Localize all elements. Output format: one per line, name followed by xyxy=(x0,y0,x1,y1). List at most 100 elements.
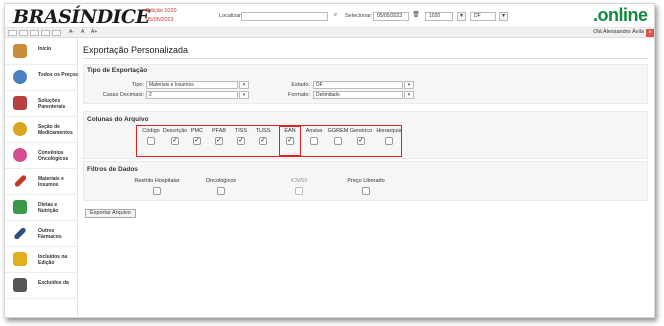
column-checkbox[interactable]: ✓ xyxy=(215,137,223,145)
sidebar-item-todos-os-precos[interactable]: Todos os Preços xyxy=(5,65,78,91)
file-columns-section: Colunas do Arquivo Código Descrição ✓ PM… xyxy=(83,111,648,159)
filter-checkbox[interactable] xyxy=(295,187,303,195)
sidebar-item-label: Convênios Oncológicos xyxy=(38,150,69,162)
trash-icon[interactable]: 🗑 xyxy=(412,12,420,21)
estado-value: DF xyxy=(316,82,323,88)
sidebar-item-label: Dietas e Nutrição xyxy=(38,202,59,214)
chevron-down-icon[interactable]: ▾ xyxy=(239,91,249,99)
sidebar-item-materiais-e-insumos[interactable]: Materiais e Insumos xyxy=(5,169,78,195)
box-minus-icon xyxy=(13,278,27,292)
date-select[interactable]: 05/05/2023 xyxy=(373,12,409,21)
sidebar-item-convenios-oncologicos[interactable]: Convênios Oncológicos xyxy=(5,143,78,169)
column-checkbox[interactable]: ✓ xyxy=(357,137,365,145)
column-checkbox[interactable]: ✓ xyxy=(237,137,245,145)
estado-label: Estado: xyxy=(291,82,310,88)
edition-date: 05/05/2023 xyxy=(146,17,174,23)
sidebar-item-solucoes-parenterais[interactable]: Soluções Parenterais xyxy=(5,91,78,117)
column-label: Genérico xyxy=(349,128,373,134)
edition-label: Edição 1020 xyxy=(146,8,177,14)
tipo-select[interactable]: Materiais e Insumos ▾ xyxy=(146,81,249,89)
estado-select[interactable]: DF ▾ xyxy=(313,81,414,89)
edition-info: Edição 1020 05/05/2023 xyxy=(146,7,177,25)
formato-label: Formato: xyxy=(287,92,310,98)
search-input[interactable] xyxy=(241,12,328,21)
filter-label: Restrito Hospitalar xyxy=(134,178,180,184)
state-dropdown-icon[interactable]: ▾ xyxy=(499,12,508,21)
color-swatch-1[interactable] xyxy=(8,30,17,36)
state-select[interactable]: DF xyxy=(470,12,496,21)
casas-decimais-label: Casas Decimais: xyxy=(102,92,144,98)
section-title: Colunas do Arquivo xyxy=(87,116,149,123)
column-checkbox[interactable] xyxy=(334,137,342,145)
tipo-value: Materiais e Insumos xyxy=(149,82,194,88)
sidebar-item-inicio[interactable]: Início xyxy=(5,39,78,65)
top-bar: BRASÍNDICE Edição 1020 05/05/2023 Locali… xyxy=(5,4,654,28)
sidebar-item-label: Início xyxy=(38,46,52,52)
sidebar-item-label: Seção de Medicamentos xyxy=(38,124,73,136)
tipo-label: Tipo: xyxy=(131,82,144,88)
home-icon xyxy=(13,44,27,58)
column-checkbox[interactable] xyxy=(147,137,155,145)
color-swatch-4[interactable] xyxy=(41,30,50,36)
export-type-section: Tipo de Exportação Tipo: Materiais e Ins… xyxy=(83,64,648,104)
chevron-down-icon[interactable]: ▾ xyxy=(239,81,249,89)
column-label: Hierarquia xyxy=(376,128,402,134)
syringe-icon xyxy=(13,226,27,241)
font-decrease-button[interactable]: A- xyxy=(69,29,74,35)
column-option-hierarquia[interactable]: Hierarquia xyxy=(374,128,404,145)
sidebar-item-excluidos-da-edicao[interactable]: Excluídos da xyxy=(5,273,78,299)
logout-close-icon[interactable]: × xyxy=(646,29,654,37)
toolbar: A- A A+ Olá Alessandro Ávila × xyxy=(5,28,654,38)
main-content: Exportação Personalizada Tipo de Exporta… xyxy=(79,39,654,317)
box-plus-icon xyxy=(13,252,27,266)
column-checkbox[interactable]: ✓ xyxy=(259,137,267,145)
sidebar-item-dietas-e-nutricao[interactable]: Dietas e Nutrição xyxy=(5,195,78,221)
pill-icon xyxy=(13,122,27,136)
font-normal-button[interactable]: A xyxy=(81,29,84,35)
color-swatch-3[interactable] xyxy=(30,30,39,36)
data-filters-section: Filtros de Dados Restrito Hospitalar Onc… xyxy=(83,161,648,201)
page-title: Exportação Personalizada xyxy=(83,45,189,55)
sidebar-item-label: Incluídos na Edição xyxy=(38,254,68,266)
font-increase-button[interactable]: A+ xyxy=(91,29,97,35)
brand-logo[interactable]: BRASÍNDICE xyxy=(13,6,150,28)
filter-option-oncologicos[interactable]: Oncológicos xyxy=(201,178,241,195)
formato-value: Delimitado xyxy=(316,92,340,98)
app-window: BRASÍNDICE Edição 1020 05/05/2023 Locali… xyxy=(4,3,655,318)
sidebar-item-outros-farmacos[interactable]: Outros Fármacos xyxy=(5,221,78,247)
column-checkbox[interactable] xyxy=(310,137,318,145)
search-label: Localizar: xyxy=(219,13,243,19)
chevron-down-icon[interactable]: ▾ xyxy=(404,91,414,99)
brand-online: .online xyxy=(593,5,648,25)
column-checkbox[interactable]: ✓ xyxy=(286,137,294,145)
iv-bag-icon xyxy=(13,96,27,110)
bottle-icon xyxy=(13,200,27,214)
formato-select[interactable]: Delimitado ▾ xyxy=(313,91,414,99)
edition-select[interactable]: 1020 xyxy=(425,12,453,21)
column-checkbox[interactable] xyxy=(385,137,393,145)
sidebar-item-label: Excluídos da xyxy=(38,280,69,286)
casas-decimais-select[interactable]: 2 ▾ xyxy=(146,91,249,99)
column-option-generico[interactable]: Genérico ✓ xyxy=(346,128,376,145)
search-icon[interactable]: ⌕ xyxy=(331,12,340,21)
color-swatch-2[interactable] xyxy=(19,30,28,36)
sidebar-item-incluidos-na-edicao[interactable]: Incluídos na Edição xyxy=(5,247,78,273)
filter-label: Oncológicos xyxy=(205,178,237,184)
export-file-button[interactable]: Exportar Arquivo xyxy=(85,209,136,218)
filter-checkbox[interactable] xyxy=(362,187,370,195)
filter-option-preco-liberado[interactable]: Preço Liberado xyxy=(344,178,388,195)
section-title: Filtros de Dados xyxy=(87,166,138,173)
filter-checkbox[interactable] xyxy=(153,187,161,195)
sidebar-item-secao-de-medicamentos[interactable]: Seção de Medicamentos xyxy=(5,117,78,143)
filter-checkbox[interactable] xyxy=(217,187,225,195)
color-swatch-5[interactable] xyxy=(52,30,61,36)
chevron-down-icon[interactable]: ▾ xyxy=(404,81,414,89)
select-label: Selecionar: xyxy=(345,13,373,19)
column-checkbox[interactable]: ✓ xyxy=(171,137,179,145)
column-option-tuss[interactable]: TUSS ✓ xyxy=(248,128,278,145)
sidebar-item-label: Todos os Preços xyxy=(38,72,78,78)
filter-option-restrito-hospitalar[interactable]: Restrito Hospitalar xyxy=(132,178,182,195)
filter-option-icms0[interactable]: ICMS0 xyxy=(284,178,314,195)
column-checkbox[interactable]: ✓ xyxy=(193,137,201,145)
edition-dropdown-icon[interactable]: ▾ xyxy=(457,12,466,21)
